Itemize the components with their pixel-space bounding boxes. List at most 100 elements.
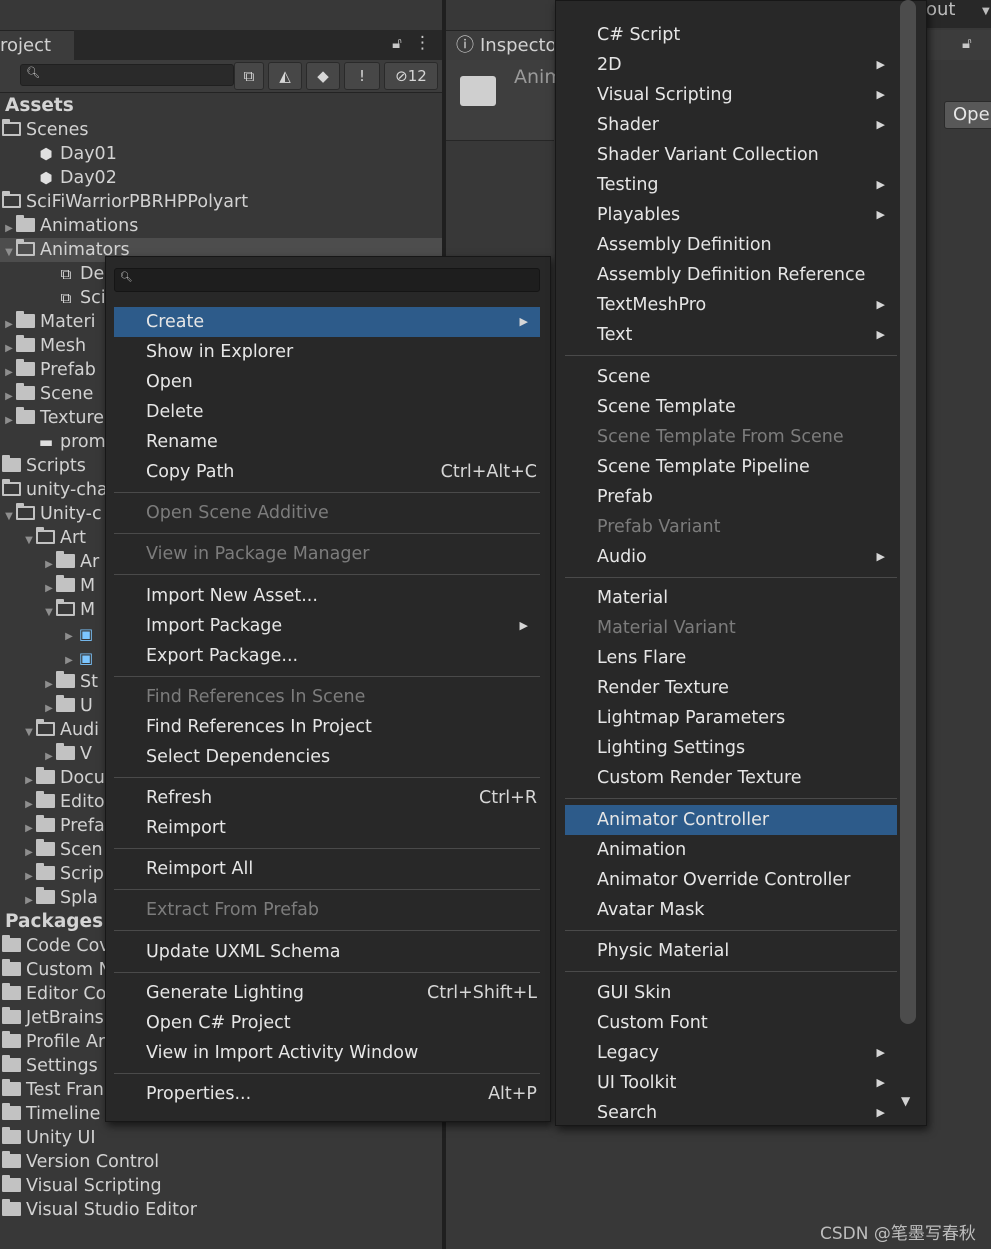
- menu-item-label: Import Package: [146, 615, 283, 636]
- open-button[interactable]: Oper: [944, 101, 991, 129]
- hidden-count: 12: [407, 67, 427, 85]
- create-menu-item-custom-render-texture[interactable]: Custom Render Texture: [565, 763, 897, 793]
- tree-item[interactable]: SciFiWarriorPBRHPPolyart: [0, 190, 442, 214]
- create-menu-item-physic-material[interactable]: Physic Material: [565, 936, 897, 966]
- animator-icon: ⧉: [60, 289, 72, 307]
- create-menu-item-c-script[interactable]: C# Script: [565, 20, 897, 50]
- submenu-scrollbar[interactable]: [900, 0, 916, 1024]
- create-menu-item-audio[interactable]: Audio ▶: [565, 542, 897, 572]
- tree-item[interactable]: Visual Studio Editor: [0, 1198, 442, 1222]
- context-menu-item-refresh[interactable]: Refresh Ctrl+R: [114, 783, 540, 813]
- create-menu-item-animation[interactable]: Animation: [565, 835, 897, 865]
- context-menu-item-view-in-import-activity-window[interactable]: View in Import Activity Window: [114, 1038, 540, 1068]
- folder-icon: [36, 791, 55, 808]
- filter-by-label-icon[interactable]: ◆: [306, 62, 340, 90]
- context-menu-item-select-dependencies[interactable]: Select Dependencies: [114, 742, 540, 772]
- folder-open-icon: [56, 599, 75, 616]
- context-menu-item-open[interactable]: Open: [114, 367, 540, 397]
- menu-item-label: Import New Asset...: [146, 585, 318, 606]
- context-menu-item-update-uxml-schema[interactable]: Update UXML Schema: [114, 937, 540, 967]
- submenu-arrow-icon: ▶: [876, 549, 885, 563]
- create-menu-item-assembly-definition-reference[interactable]: Assembly Definition Reference: [565, 260, 897, 290]
- create-menu-item-scene[interactable]: Scene: [565, 362, 897, 392]
- create-menu-item-material[interactable]: Material: [565, 583, 897, 613]
- create-menu-item-2d[interactable]: 2D ▶: [565, 50, 897, 80]
- create-menu-item-prefab[interactable]: Prefab: [565, 482, 897, 512]
- tree-item-label: Custom N: [26, 960, 112, 980]
- context-menu-item-find-references-in-scene: Find References In Scene: [114, 682, 540, 712]
- hidden-packages-toggle[interactable]: ⊘12: [384, 62, 438, 90]
- tree-item[interactable]: Unity UI: [0, 1126, 442, 1150]
- search-by-type-icon[interactable]: ⧉: [234, 62, 264, 90]
- scroll-down-arrow-icon[interactable]: ▼: [901, 1094, 910, 1108]
- create-menu-item-testing[interactable]: Testing ▶: [565, 170, 897, 200]
- create-menu-item-visual-scripting[interactable]: Visual Scripting ▶: [565, 80, 897, 110]
- menu-search-input[interactable]: [114, 268, 540, 292]
- tree-item[interactable]: ▶ Animations: [0, 214, 442, 238]
- context-menu-item-copy-path[interactable]: Copy Path Ctrl+Alt+C: [114, 457, 540, 487]
- tree-item[interactable]: ⬢ Day01: [0, 142, 442, 166]
- section-header[interactable]: Assets: [0, 94, 442, 118]
- project-search-input[interactable]: [20, 64, 234, 86]
- context-menu-item-create[interactable]: Create ▶: [114, 307, 540, 337]
- create-menu-item-animator-controller[interactable]: Animator Controller: [565, 804, 897, 835]
- more-options-icon[interactable]: ⋮: [414, 34, 431, 54]
- menu-item-label: Material Variant: [597, 618, 736, 638]
- tree-item-label: Art: [60, 528, 87, 548]
- tree-item-label: Test Fran: [26, 1080, 104, 1100]
- inspector-tab[interactable]: ⓘ Inspecto: [446, 30, 554, 61]
- tree-item[interactable]: ⬢ Day02: [0, 166, 442, 190]
- layout-dropdown[interactable]: out ▼: [926, 0, 991, 28]
- folder-open-icon: [36, 527, 55, 544]
- context-menu-item-reimport-all[interactable]: Reimport All: [114, 854, 540, 884]
- context-menu-item-rename[interactable]: Rename: [114, 427, 540, 457]
- log-type-filter-icon[interactable]: !: [344, 62, 380, 90]
- menu-separator: [114, 889, 540, 891]
- menu-item-label: View in Import Activity Window: [146, 1042, 419, 1063]
- create-menu-item-legacy[interactable]: Legacy ▶: [565, 1038, 897, 1068]
- lock-icon[interactable]: 🔓︎: [388, 34, 406, 54]
- context-menu-item-show-in-explorer[interactable]: Show in Explorer: [114, 337, 540, 367]
- context-menu-item-find-references-in-project[interactable]: Find References In Project: [114, 712, 540, 742]
- folder-icon: [2, 1151, 21, 1168]
- project-tab[interactable]: roject: [0, 30, 75, 61]
- context-menu-item-import-new-asset[interactable]: Import New Asset...: [114, 581, 540, 611]
- context-menu-item-export-package[interactable]: Export Package...: [114, 641, 540, 671]
- tree-item-label: Scen: [60, 840, 103, 860]
- create-menu-item-custom-font[interactable]: Custom Font: [565, 1008, 897, 1038]
- menu-separator: [114, 1072, 540, 1074]
- menu-item-label: Scene: [597, 366, 651, 387]
- menu-item-label: Avatar Mask: [597, 899, 705, 920]
- context-menu-item-open-c-project[interactable]: Open C# Project: [114, 1008, 540, 1038]
- create-menu-item-shader-variant-collection[interactable]: Shader Variant Collection: [565, 140, 897, 170]
- context-menu-item-delete[interactable]: Delete: [114, 397, 540, 427]
- menu-separator: [565, 576, 897, 578]
- create-menu-item-animator-override-controller[interactable]: Animator Override Controller: [565, 865, 897, 895]
- create-menu-item-render-texture[interactable]: Render Texture: [565, 673, 897, 703]
- context-menu-item-import-package[interactable]: Import Package ▶: [114, 611, 540, 641]
- tree-item[interactable]: Visual Scripting: [0, 1174, 442, 1198]
- create-menu-item-assembly-definition[interactable]: Assembly Definition: [565, 230, 897, 260]
- create-menu-item-shader[interactable]: Shader ▶: [565, 110, 897, 140]
- lock-icon[interactable]: 🔓︎: [962, 34, 972, 52]
- create-menu-item-lens-flare[interactable]: Lens Flare: [565, 643, 897, 673]
- tree-item[interactable]: Scenes: [0, 118, 442, 142]
- create-menu-item-search[interactable]: Search ▶: [565, 1098, 897, 1119]
- menu-item-label: Delete: [146, 402, 204, 422]
- context-menu-item-properties[interactable]: Properties... Alt+P: [114, 1079, 540, 1109]
- create-menu-item-lighting-settings[interactable]: Lighting Settings: [565, 733, 897, 763]
- filter-by-type-icon[interactable]: ◭: [268, 62, 302, 90]
- folder-icon: [16, 311, 35, 328]
- context-menu-item-reimport[interactable]: Reimport: [114, 813, 540, 843]
- create-menu-item-textmeshpro[interactable]: TextMeshPro ▶: [565, 290, 897, 320]
- tree-item[interactable]: Version Control: [0, 1150, 442, 1174]
- context-menu-item-generate-lighting[interactable]: Generate Lighting Ctrl+Shift+L: [114, 978, 540, 1008]
- create-menu-item-playables[interactable]: Playables ▶: [565, 200, 897, 230]
- create-menu-item-ui-toolkit[interactable]: UI Toolkit ▶: [565, 1068, 897, 1098]
- create-menu-item-lightmap-parameters[interactable]: Lightmap Parameters: [565, 703, 897, 733]
- create-menu-item-gui-skin[interactable]: GUI Skin: [565, 978, 897, 1008]
- create-menu-item-text[interactable]: Text ▶: [565, 320, 897, 350]
- create-menu-item-scene-template-pipeline[interactable]: Scene Template Pipeline: [565, 452, 897, 482]
- create-menu-item-scene-template[interactable]: Scene Template: [565, 392, 897, 422]
- create-menu-item-avatar-mask[interactable]: Avatar Mask: [565, 895, 897, 925]
